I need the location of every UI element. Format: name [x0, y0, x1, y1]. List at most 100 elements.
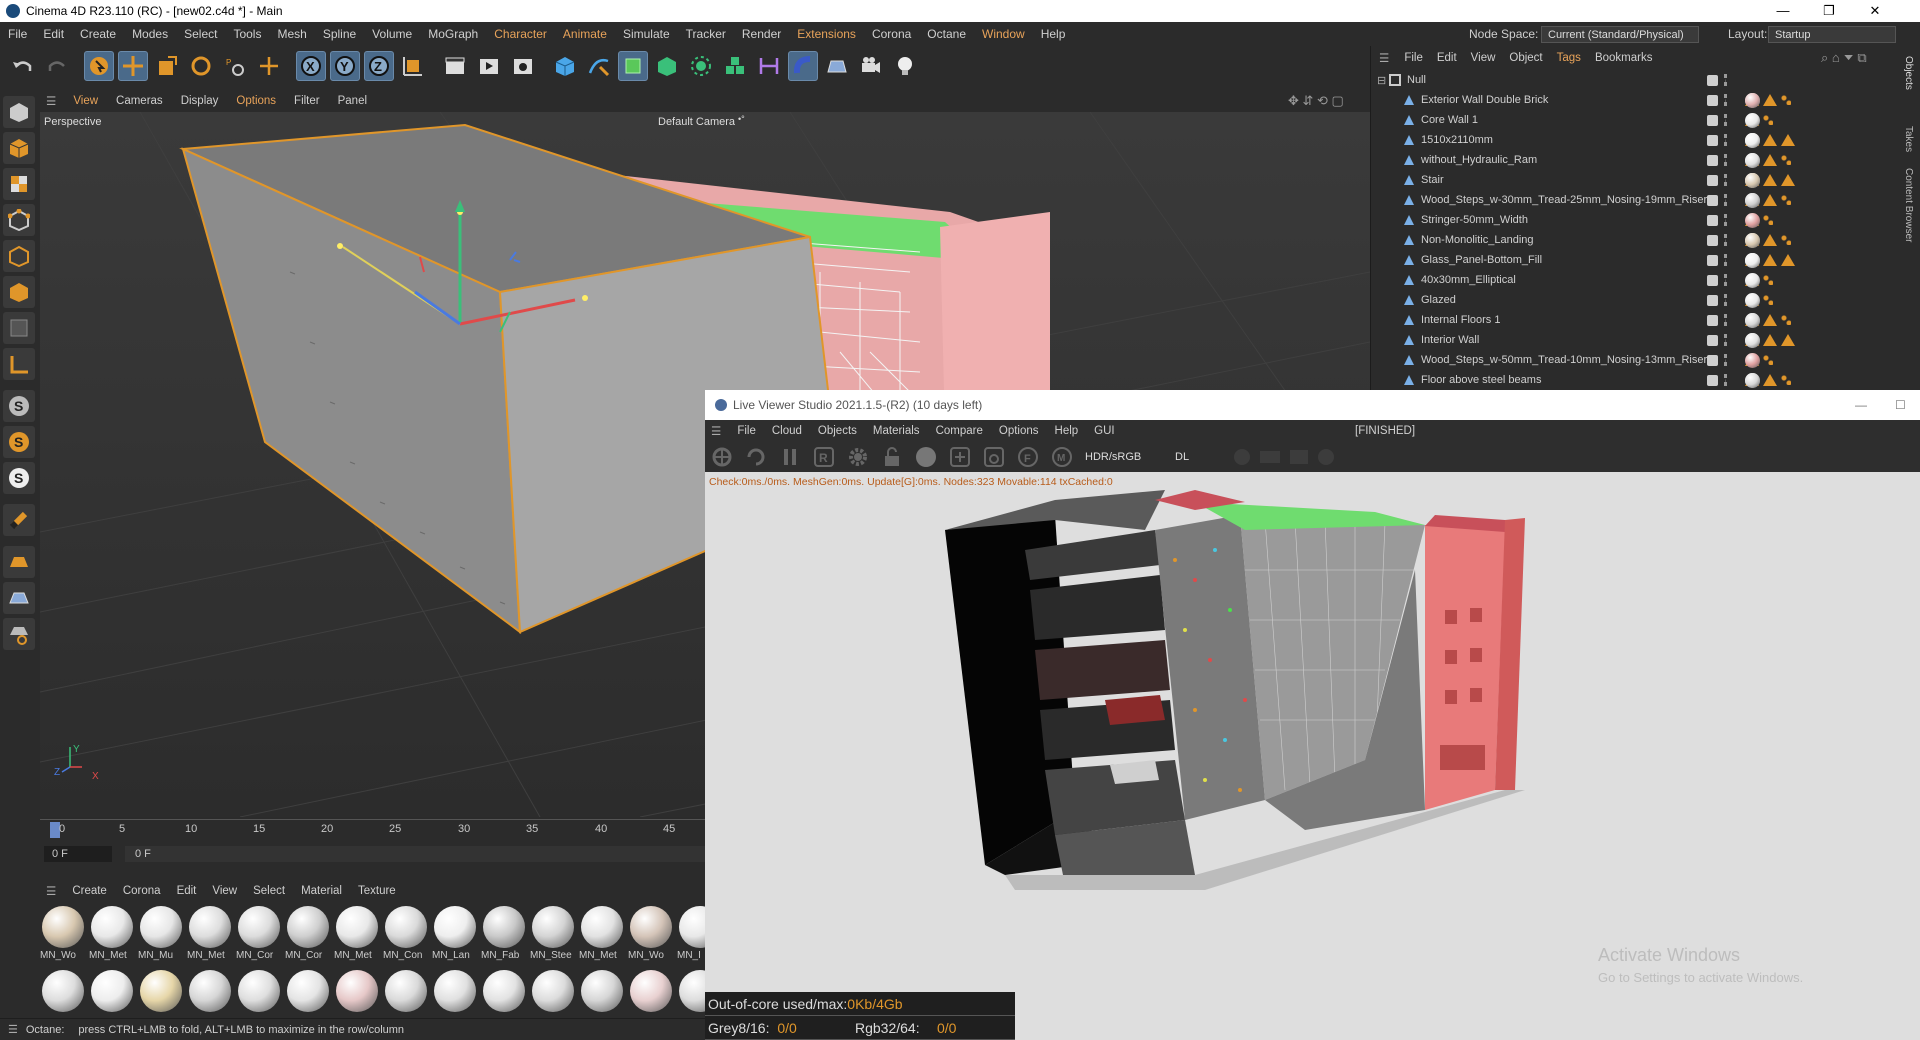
current-frame-field[interactable]: 0 F: [44, 846, 112, 862]
tab-takes[interactable]: Takes: [1903, 126, 1914, 152]
material-tag-icon[interactable]: [1745, 172, 1760, 188]
render-view-button[interactable]: [440, 51, 470, 81]
kernel-select[interactable]: DL: [1169, 448, 1224, 466]
record-dot-icon[interactable]: [1234, 449, 1250, 465]
render-toggle[interactable]: [1724, 374, 1728, 386]
menu-tools[interactable]: Tools: [225, 27, 269, 41]
object-row[interactable]: Stringer-50mm_Width: [1371, 210, 1901, 230]
material-swatch[interactable]: MN_Met: [334, 906, 380, 963]
menu-mograph[interactable]: MoGraph: [420, 27, 486, 41]
tab-content-browser[interactable]: Content Browser: [1903, 168, 1914, 242]
uv-mode-button[interactable]: [3, 312, 35, 344]
object-row[interactable]: Floor above steel beams: [1371, 370, 1901, 390]
material-swatch[interactable]: MN_I: [677, 906, 705, 963]
viewport-menu-filter[interactable]: Filter: [285, 95, 329, 107]
camera-button[interactable]: [856, 51, 886, 81]
collapse-icon[interactable]: ⊟: [1377, 74, 1386, 87]
menu-spline[interactable]: Spline: [315, 27, 364, 41]
phong-tag-icon[interactable]: [1763, 154, 1777, 166]
move-tool-button[interactable]: [118, 51, 148, 81]
menu-help[interactable]: Help: [1033, 27, 1074, 41]
material-swatch[interactable]: MN_Stee: [530, 906, 576, 963]
polygons-mode-button[interactable]: [3, 276, 35, 308]
menu-simulate[interactable]: Simulate: [615, 27, 678, 41]
visibility-toggle[interactable]: [1707, 134, 1718, 146]
close-button[interactable]: ✕: [1852, 0, 1898, 22]
redo-button[interactable]: [42, 51, 72, 81]
material-swatch[interactable]: MN_Met: [187, 906, 233, 963]
x-axis-lock-button[interactable]: X: [296, 51, 326, 81]
cube-object-button[interactable]: [550, 51, 580, 81]
axis-mode-button[interactable]: [3, 348, 35, 380]
render-toggle[interactable]: [1724, 274, 1728, 286]
material-swatch[interactable]: [334, 970, 380, 1012]
render-to-picture-viewer-button[interactable]: [474, 51, 504, 81]
hamburger-icon[interactable]: ☰: [705, 424, 729, 438]
phong-tag-icon[interactable]: [1763, 334, 1777, 346]
material-swatch[interactable]: [383, 970, 429, 1012]
material-swatch[interactable]: MN_Cor: [285, 906, 331, 963]
visibility-toggle[interactable]: [1707, 214, 1718, 226]
pick-focus-button[interactable]: [948, 445, 972, 469]
render-toggle[interactable]: [1724, 94, 1728, 106]
visibility-toggle[interactable]: [1707, 114, 1718, 126]
object-row[interactable]: Non-Monolitic_Landing: [1371, 230, 1901, 250]
selection-tag-icon[interactable]: [1763, 115, 1773, 125]
render-output-image[interactable]: [945, 490, 1645, 950]
object-row[interactable]: without_Hydraulic_Ram: [1371, 150, 1901, 170]
selection-tag-icon[interactable]: [1781, 235, 1791, 245]
render-toggle[interactable]: [1724, 354, 1728, 366]
visibility-toggle[interactable]: [1707, 374, 1718, 386]
render-toggle[interactable]: [1724, 194, 1728, 206]
visibility-toggle[interactable]: [1707, 274, 1718, 286]
material-swatch[interactable]: [187, 970, 233, 1012]
material-swatch[interactable]: [138, 970, 184, 1012]
grid-button[interactable]: [3, 582, 35, 614]
menu-corona[interactable]: Corona: [864, 27, 919, 41]
layout-select[interactable]: Startup: [1768, 25, 1896, 43]
material-tag-icon[interactable]: [1745, 352, 1760, 368]
film-icon[interactable]: [1260, 451, 1280, 463]
menu-octane[interactable]: Octane: [919, 27, 974, 41]
material-swatch[interactable]: [481, 970, 527, 1012]
menu-modes[interactable]: Modes: [124, 27, 176, 41]
material-swatch[interactable]: [677, 970, 705, 1012]
hamburger-icon[interactable]: ☰: [0, 1023, 26, 1036]
material-swatch[interactable]: [285, 970, 331, 1012]
object-row[interactable]: Glazed: [1371, 290, 1901, 310]
selection-tag-icon[interactable]: [1763, 355, 1773, 365]
render-toggle[interactable]: [1724, 314, 1728, 326]
phong-tag-icon[interactable]: [1781, 174, 1795, 186]
menu-animate[interactable]: Animate: [555, 27, 615, 41]
light-button[interactable]: [890, 51, 920, 81]
object-menu-bookmarks[interactable]: Bookmarks: [1588, 52, 1660, 64]
object-row[interactable]: Stair: [1371, 170, 1901, 190]
material-menu-create[interactable]: Create: [64, 885, 115, 897]
mograph-button[interactable]: [720, 51, 750, 81]
hamburger-icon[interactable]: ☰: [38, 94, 64, 108]
object-menu-tags[interactable]: Tags: [1550, 52, 1588, 64]
render-toggle[interactable]: [1724, 234, 1728, 246]
recent-tools-button[interactable]: P: [220, 51, 250, 81]
render-toggle[interactable]: [1724, 74, 1728, 86]
material-tag-icon[interactable]: [1745, 372, 1760, 388]
snap-workplane-button[interactable]: S: [3, 462, 35, 494]
material-tag-icon[interactable]: [1745, 232, 1760, 248]
locked-workplane-button[interactable]: [3, 618, 35, 650]
material-swatch[interactable]: MN_Lan: [432, 906, 478, 963]
phong-tag-icon[interactable]: [1763, 314, 1777, 326]
subdivision-surface-button[interactable]: [618, 51, 648, 81]
selection-tag-icon[interactable]: [1781, 195, 1791, 205]
material-tag-icon[interactable]: [1745, 292, 1760, 308]
live-viewer-minimize-button[interactable]: —: [1855, 398, 1867, 412]
object-menu-edit[interactable]: Edit: [1430, 52, 1464, 64]
object-search-icon[interactable]: ⌕ ⌂ ⏷ ⧉: [1821, 50, 1867, 66]
phong-tag-icon[interactable]: [1763, 174, 1777, 186]
menu-edit[interactable]: Edit: [35, 27, 72, 41]
material-tag-icon[interactable]: [1745, 212, 1760, 228]
material-swatch[interactable]: [530, 970, 576, 1012]
fog-button[interactable]: F: [1016, 445, 1040, 469]
make-editable-button[interactable]: [3, 96, 35, 128]
snap-settings-button[interactable]: S: [3, 390, 35, 422]
region-render-button[interactable]: R: [812, 445, 836, 469]
